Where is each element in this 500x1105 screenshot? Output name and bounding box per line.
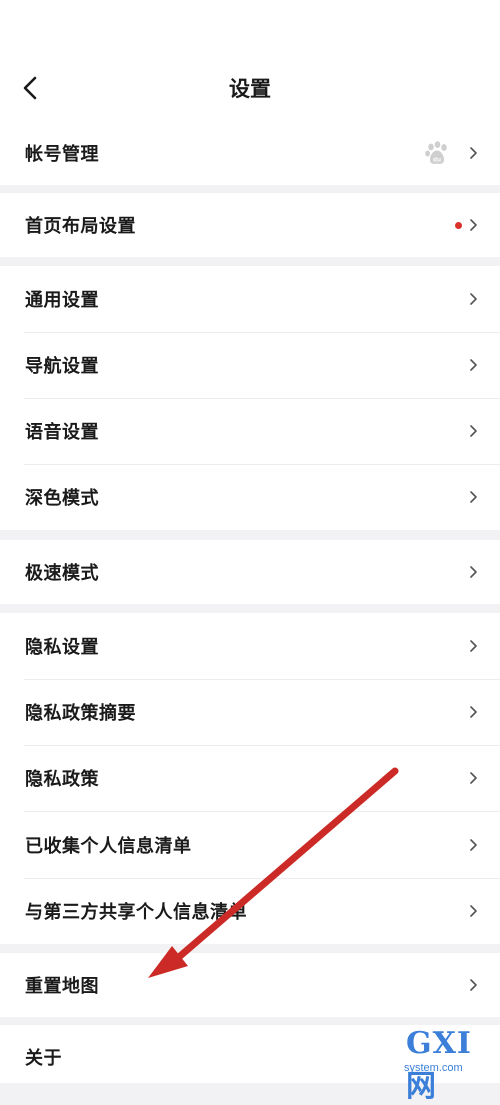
row-label: 重置地图 <box>25 976 99 997</box>
row-divider <box>24 811 500 812</box>
row-label: 隐私政策 <box>25 769 99 790</box>
settings-row-fast-mode[interactable]: 极速模式 <box>0 540 500 604</box>
page-title: 设置 <box>229 77 271 101</box>
chevron-right-icon <box>469 359 478 371</box>
settings-row-privacy-summary[interactable]: 隐私政策摘要 <box>0 679 500 745</box>
row-divider <box>24 679 500 680</box>
settings-row-collected-info[interactable]: 已收集个人信息清单 <box>0 811 500 878</box>
navigation-header: 设置 <box>0 0 500 120</box>
settings-row-dark-mode[interactable]: 深色模式 <box>0 464 500 530</box>
chevron-right-icon <box>469 838 478 851</box>
row-divider <box>24 878 500 879</box>
settings-row-home-layout[interactable]: 首页布局设置 <box>0 193 500 257</box>
settings-row-voice[interactable]: 语音设置 <box>0 398 500 464</box>
settings-row-reset-map[interactable]: 重置地图 <box>0 953 500 1017</box>
chevron-right-icon <box>469 979 478 991</box>
chevron-right-icon <box>469 293 478 305</box>
settings-row-privacy-policy[interactable]: 隐私政策 <box>0 745 500 811</box>
chevron-right-icon <box>469 772 478 784</box>
red-dot-badge <box>455 222 462 229</box>
settings-row-general[interactable]: 通用设置 <box>0 266 500 332</box>
chevron-right-icon <box>469 706 478 718</box>
row-divider <box>24 398 500 399</box>
row-label: 通用设置 <box>25 290 99 311</box>
chevron-right-icon <box>469 146 478 159</box>
row-divider <box>24 745 500 746</box>
row-label: 极速模式 <box>25 563 99 584</box>
row-label: 语音设置 <box>25 422 99 443</box>
chevron-right-icon <box>469 640 478 652</box>
chevron-right-icon <box>469 219 478 231</box>
row-label: 与第三方共享个人信息清单 <box>25 902 247 923</box>
row-label: 首页布局设置 <box>25 216 136 237</box>
chevron-right-icon <box>469 905 478 917</box>
row-divider <box>24 464 500 465</box>
svg-text:du: du <box>433 156 441 163</box>
row-label: 帐号管理 <box>25 143 99 165</box>
settings-row-about[interactable]: 关于 <box>0 1025 500 1083</box>
row-label: 隐私政策摘要 <box>25 703 136 724</box>
baidu-paw-icon: du <box>424 140 450 166</box>
row-label: 深色模式 <box>25 488 99 509</box>
row-label: 导航设置 <box>25 356 99 377</box>
settings-row-shared-info[interactable]: 与第三方共享个人信息清单 <box>0 878 500 944</box>
settings-row-account[interactable]: 帐号管理 du <box>0 120 500 185</box>
row-label: 关于 <box>25 1048 62 1069</box>
row-label: 隐私设置 <box>25 637 99 658</box>
settings-row-navigation[interactable]: 导航设置 <box>0 332 500 398</box>
row-divider <box>24 332 500 333</box>
chevron-right-icon <box>469 491 478 503</box>
chevron-right-icon <box>469 566 478 578</box>
settings-row-privacy-settings[interactable]: 隐私设置 <box>0 613 500 679</box>
chevron-right-icon <box>469 425 478 437</box>
row-label: 已收集个人信息清单 <box>25 835 192 857</box>
